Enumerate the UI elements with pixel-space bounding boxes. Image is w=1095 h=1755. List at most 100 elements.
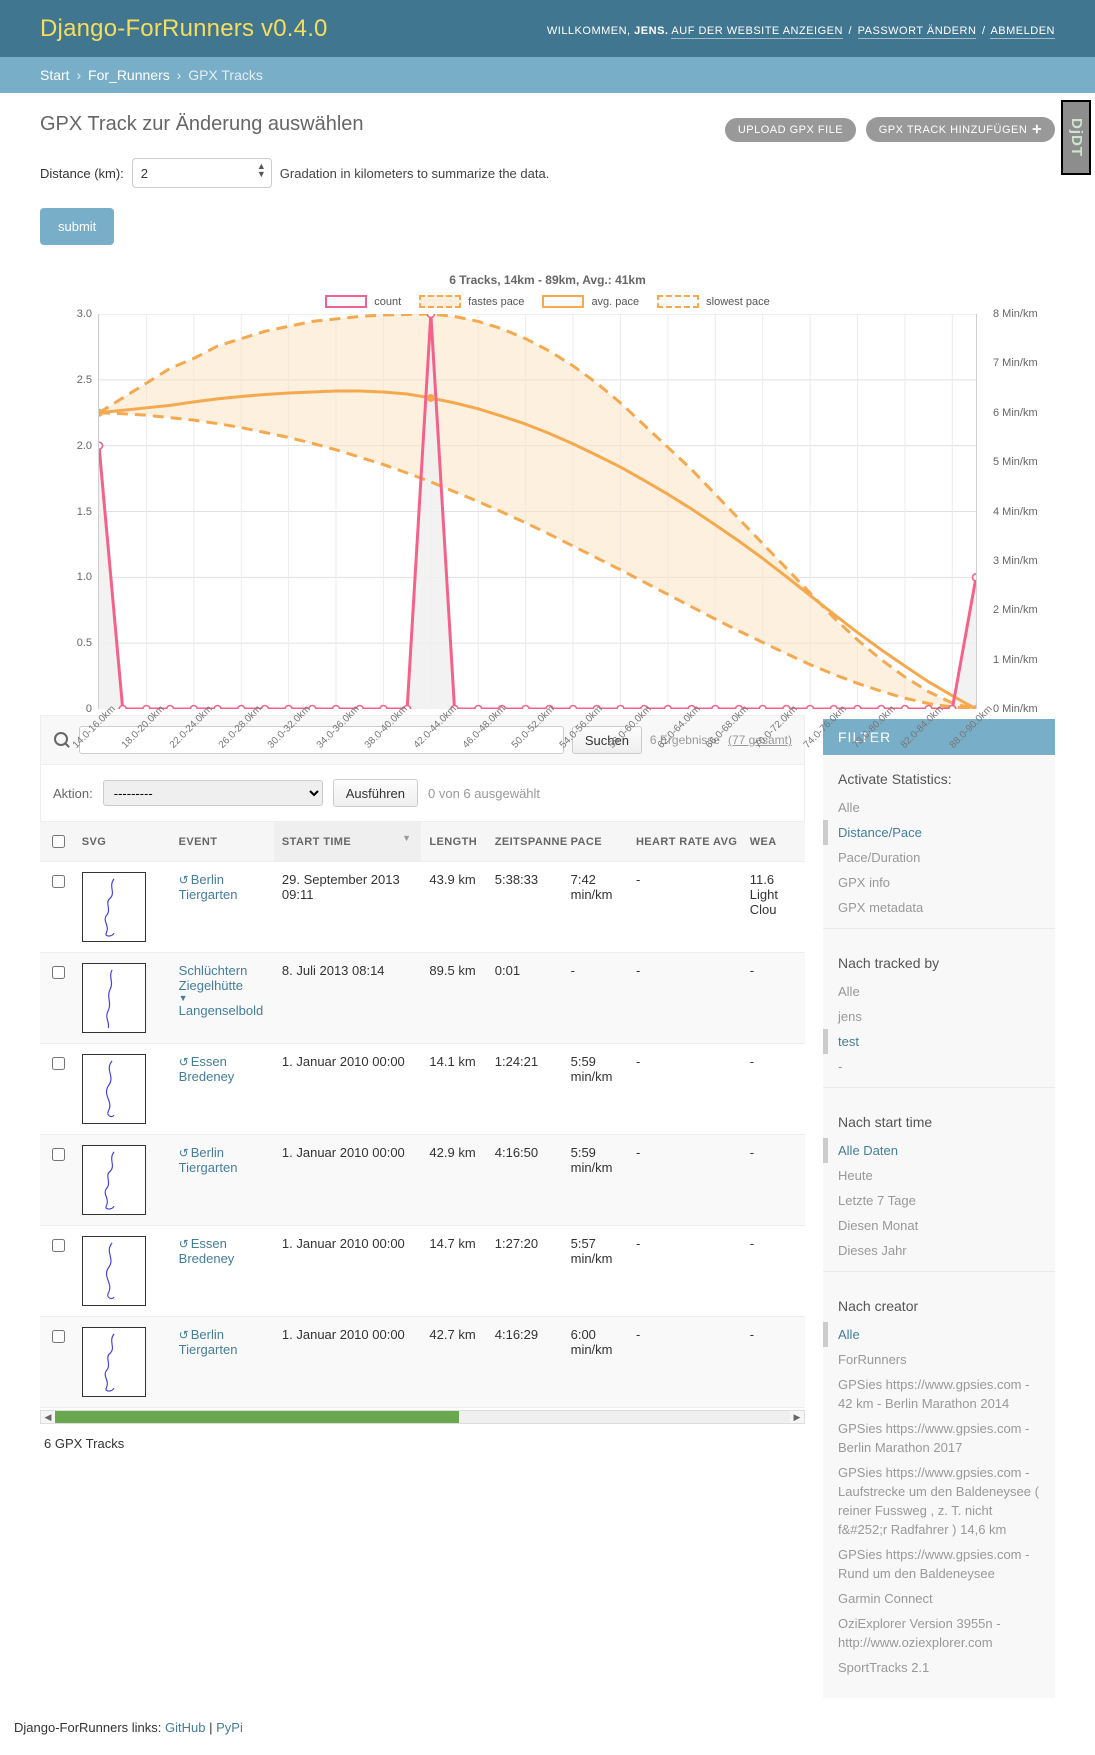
view-site-link[interactable]: AUF DER WEBSITE ANZEIGEN (671, 24, 843, 39)
column-header-weather[interactable]: WEA (741, 821, 805, 862)
filter-item-link[interactable]: GPX metadata (838, 898, 1040, 917)
filter-item[interactable]: Garmin Connect (823, 1586, 1055, 1611)
column-header-heart-rate-avg[interactable]: HEART RATE AVG (627, 821, 742, 862)
table-row[interactable]: ↺ Berlin Tiergarten 1. Januar 2010 00:00 42… (40, 1134, 805, 1226)
column-header-zeitspanne[interactable]: ZEITSPANNE (486, 821, 567, 862)
filter-item[interactable]: Diesen Monat (823, 1213, 1055, 1238)
filter-item[interactable]: Alle Daten (823, 1138, 1055, 1163)
filter-item[interactable]: GPSies https://www.gpsies.com - Berlin M… (823, 1416, 1055, 1460)
filter-item[interactable]: GPX info (823, 870, 1055, 895)
horizontal-scrollbar[interactable]: ◀ ▶ (40, 1410, 805, 1424)
row-checkbox[interactable] (52, 1148, 65, 1161)
github-link[interactable]: GitHub (165, 1720, 205, 1735)
run-action-button[interactable]: Ausführen (332, 779, 419, 807)
y-tick-right: 6 Min/km (993, 406, 1038, 419)
filter-item-link[interactable]: ForRunners (838, 1350, 1040, 1369)
y-tick-left: 2.0 (76, 439, 92, 452)
data-point-count (189, 704, 199, 714)
event-link-extra[interactable]: Langenselbold (179, 1003, 264, 1018)
submit-button[interactable]: submit (40, 208, 115, 245)
filter-item[interactable]: jens (823, 1004, 1055, 1029)
filter-item-link[interactable]: test (838, 1032, 1040, 1051)
filter-item[interactable]: GPSies https://www.gpsies.com - Rund um … (823, 1542, 1055, 1586)
row-checkbox[interactable] (52, 966, 65, 979)
column-header-event[interactable]: EVENT (170, 821, 274, 862)
row-checkbox[interactable] (52, 1330, 65, 1343)
filter-item-link[interactable]: Pace/Duration (838, 848, 1040, 867)
scrollbar-track[interactable] (55, 1411, 790, 1423)
filter-item[interactable]: SportTracks 2.1 (823, 1655, 1055, 1680)
filter-item[interactable]: Pace/Duration (823, 845, 1055, 870)
column-header-pace[interactable]: PACE (562, 821, 628, 862)
filter-item-link[interactable]: Garmin Connect (838, 1589, 1040, 1608)
django-debug-toolbar-tab[interactable]: DjDT (1061, 100, 1091, 175)
filter-item-link[interactable]: Alle Daten (838, 1141, 1040, 1160)
filter-item[interactable]: Heute (823, 1163, 1055, 1188)
column-header-svg[interactable]: SVG (73, 821, 171, 862)
breadcrumb-app[interactable]: For_Runners (88, 67, 170, 83)
filter-item-link[interactable]: jens (838, 1007, 1040, 1026)
filter-item[interactable]: Alle (823, 979, 1055, 1004)
event-link[interactable]: Schlüchtern Ziegelhütte (179, 963, 248, 993)
table-row[interactable]: Schlüchtern Ziegelhütte ▼ Langenselbold 8. … (40, 952, 805, 1044)
filter-item-link[interactable]: GPSies https://www.gpsies.com - 42 km - … (838, 1375, 1040, 1413)
filter-item[interactable]: GPSies https://www.gpsies.com - Laufstre… (823, 1460, 1055, 1542)
row-checkbox[interactable] (52, 1057, 65, 1070)
filter-item-link[interactable]: - (838, 1057, 1040, 1076)
filter-item-link[interactable]: Alle (838, 798, 1040, 817)
select-all-checkbox[interactable] (52, 835, 65, 848)
changelist-area: Suchen 6 Ergebnisse (77 gesamt) Aktion: … (0, 715, 1095, 1698)
action-label: Aktion: (53, 785, 93, 801)
scrollbar-thumb[interactable] (55, 1411, 460, 1423)
row-checkbox[interactable] (52, 1239, 65, 1252)
filter-item[interactable]: Distance/Pace (823, 820, 1055, 845)
column-header-start-time[interactable]: START TIME ▼ (273, 821, 422, 862)
row-checkbox[interactable] (52, 875, 65, 888)
legend-item-2[interactable]: avg. pace (542, 295, 639, 308)
scroll-right-arrow-icon[interactable]: ▶ (790, 1412, 804, 1423)
table-row[interactable]: ↺ Berlin Tiergarten 29. September 2013 09:… (40, 861, 805, 953)
distance-input[interactable] (131, 158, 272, 188)
action-select[interactable]: --------- (102, 780, 323, 806)
change-password-link[interactable]: PASSWORT ÄNDERN (857, 24, 977, 39)
filter-item[interactable]: GPX metadata (823, 895, 1055, 920)
filter-item-link[interactable]: Distance/Pace (838, 823, 1040, 842)
filter-item[interactable]: Letzte 7 Tage (823, 1188, 1055, 1213)
filter-item-link[interactable]: GPSies https://www.gpsies.com - Berlin M… (838, 1419, 1040, 1457)
filter-item-link[interactable]: Dieses Jahr (838, 1241, 1040, 1260)
table-row[interactable]: ↺ Essen Bredeney 1. Januar 2010 00:00 14.7 … (40, 1225, 805, 1317)
filter-item-link[interactable]: GPSies https://www.gpsies.com - Rund um … (838, 1545, 1040, 1583)
filter-item[interactable]: - (823, 1054, 1055, 1079)
legend-item-1[interactable]: fastes pace (419, 295, 524, 308)
column-header-length[interactable]: LENGTH (421, 821, 487, 862)
number-stepper[interactable]: ▲ ▼ (257, 162, 266, 179)
filter-item-link[interactable]: Diesen Monat (838, 1216, 1040, 1235)
pypi-link[interactable]: PyPi (216, 1720, 243, 1735)
filter-item[interactable]: Alle (823, 1322, 1055, 1347)
add-gpx-track-button[interactable]: GPX TRACK HINZUFÜGEN ✛ (865, 117, 1055, 142)
legend-item-0[interactable]: count (325, 295, 401, 308)
filter-item[interactable]: OziExplorer Version 3955n - http://www.o… (823, 1611, 1055, 1655)
stepper-down-icon[interactable]: ▼ (257, 170, 266, 179)
filter-item-link[interactable]: SportTracks 2.1 (838, 1658, 1040, 1677)
scroll-left-arrow-icon[interactable]: ◀ (41, 1412, 55, 1423)
filter-item-link[interactable]: Alle (838, 982, 1040, 1001)
legend-item-3[interactable]: slowest pace (657, 295, 770, 308)
breadcrumb-home[interactable]: Start (40, 67, 70, 83)
filter-item-link[interactable]: GPX info (838, 873, 1040, 892)
y-tick-right: 4 Min/km (993, 505, 1038, 518)
filter-item[interactable]: ForRunners (823, 1347, 1055, 1372)
filter-item[interactable]: test (823, 1029, 1055, 1054)
table-row[interactable]: ↺ Berlin Tiergarten 1. Januar 2010 00:00 42… (40, 1316, 805, 1408)
filter-item-link[interactable]: Alle (838, 1325, 1040, 1344)
filter-item-link[interactable]: GPSies https://www.gpsies.com - Laufstre… (838, 1463, 1040, 1539)
filter-item-link[interactable]: Heute (838, 1166, 1040, 1185)
filter-item-link[interactable]: Letzte 7 Tage (838, 1191, 1040, 1210)
table-row[interactable]: ↺ Essen Bredeney 1. Januar 2010 00:00 14.1 … (40, 1043, 805, 1135)
filter-item[interactable]: Alle (823, 795, 1055, 820)
filter-item[interactable]: GPSies https://www.gpsies.com - 42 km - … (823, 1372, 1055, 1416)
logout-link[interactable]: ABMELDEN (990, 24, 1055, 39)
filter-item[interactable]: Dieses Jahr (823, 1238, 1055, 1263)
upload-gpx-file-button[interactable]: UPLOAD GPX FILE (724, 118, 857, 142)
filter-item-link[interactable]: OziExplorer Version 3955n - http://www.o… (838, 1614, 1040, 1652)
